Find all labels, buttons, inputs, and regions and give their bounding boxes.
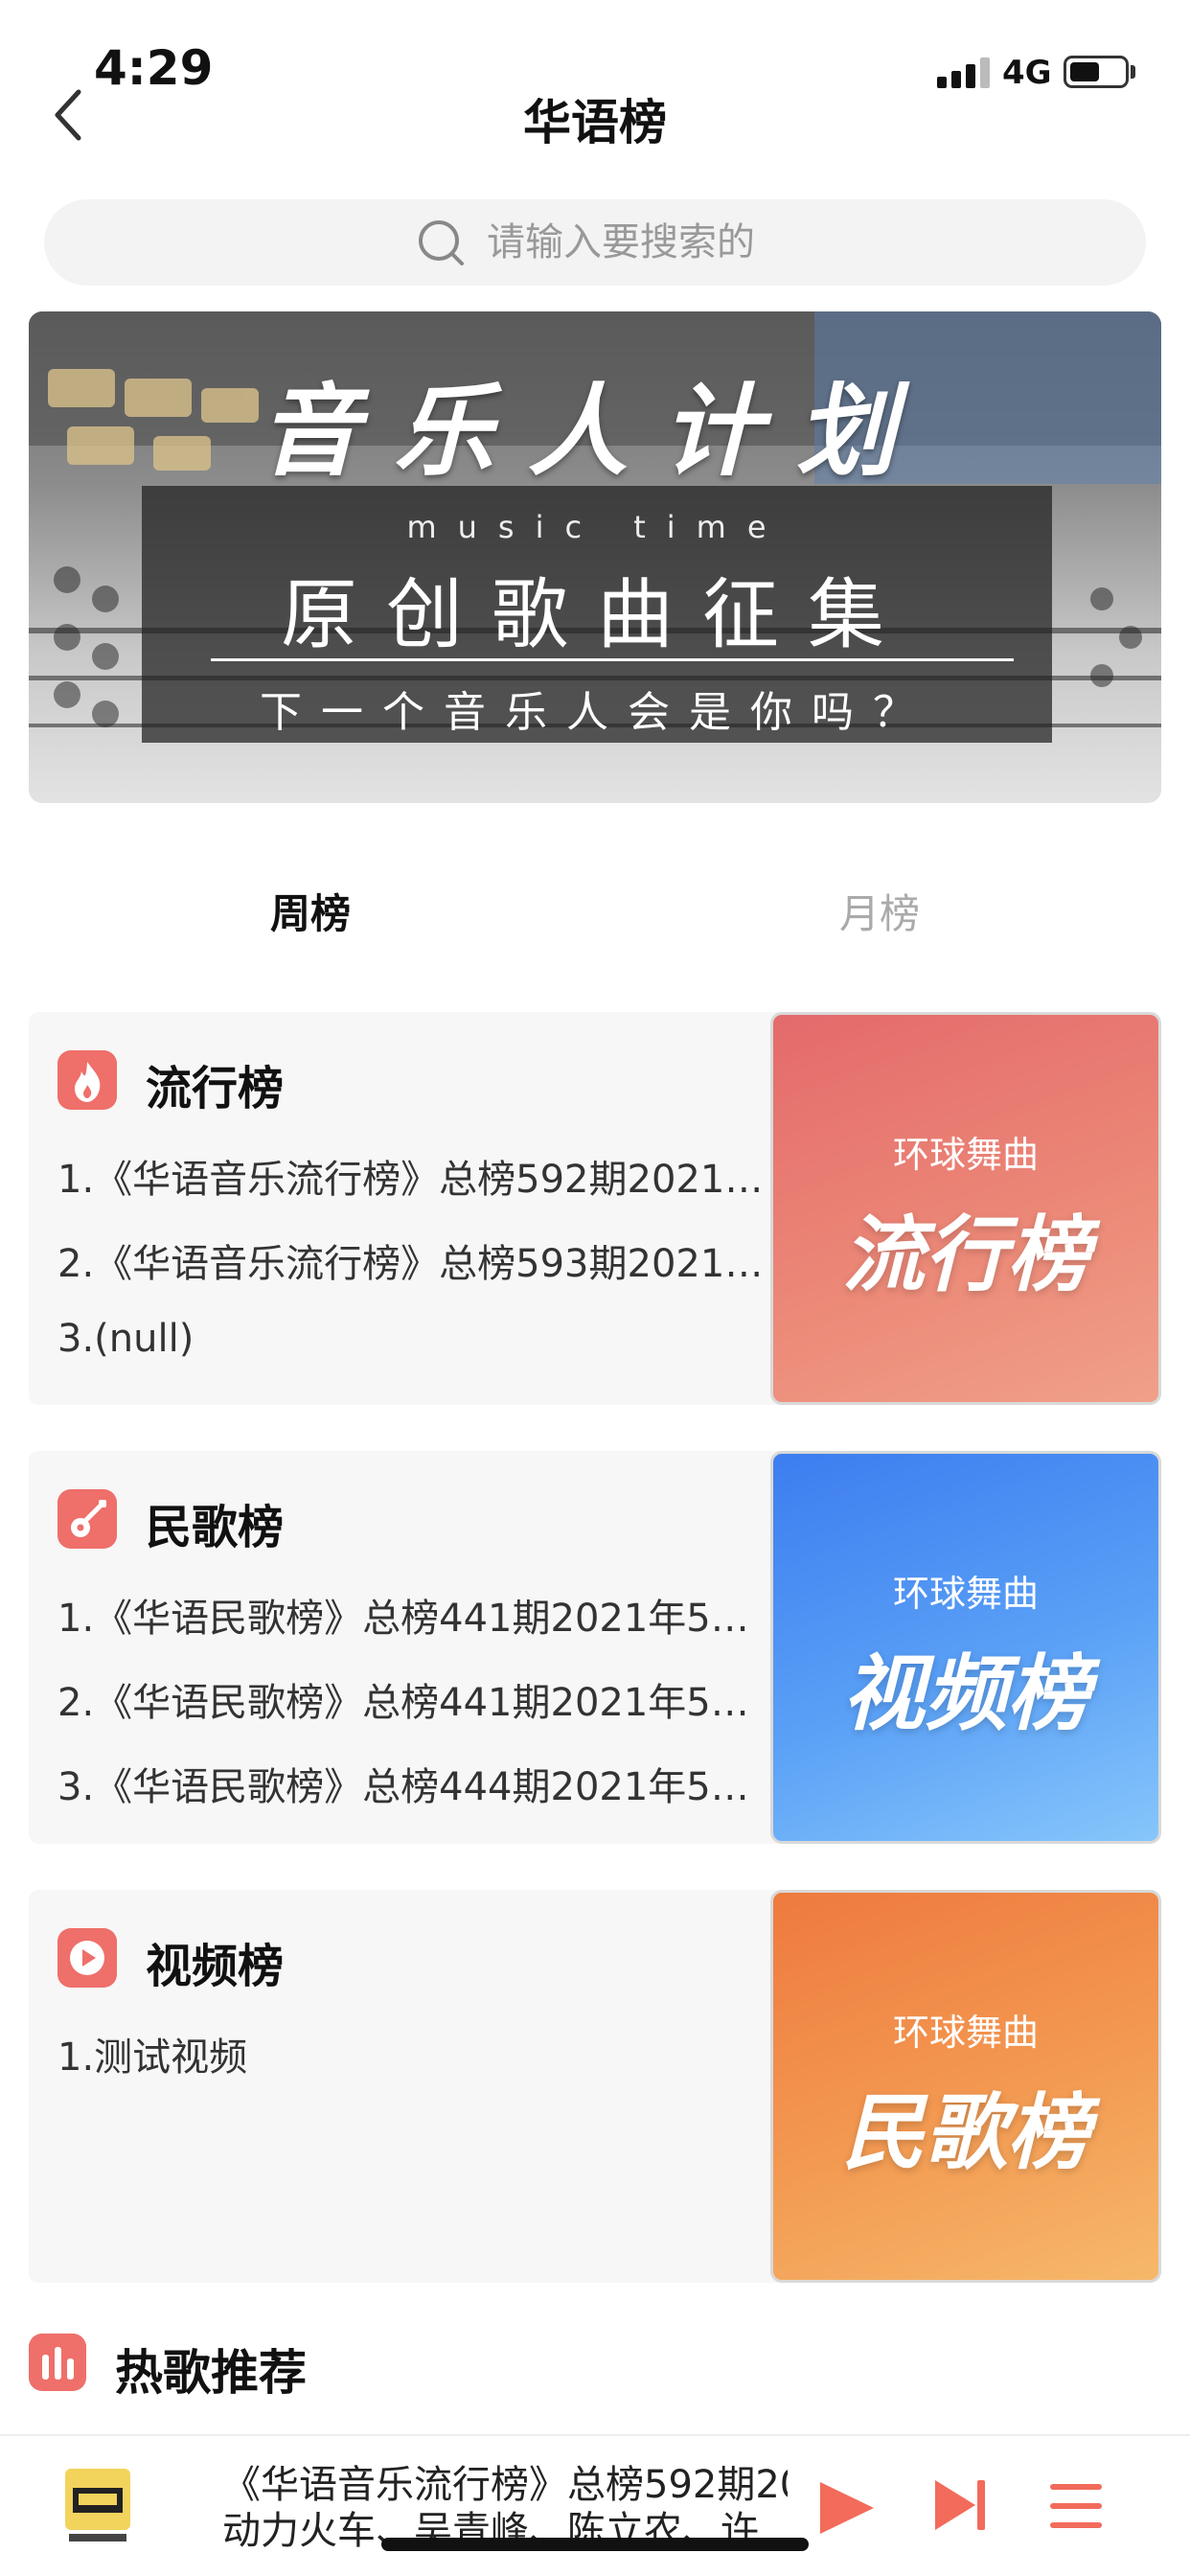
- guitar-icon: [57, 1489, 117, 1549]
- playlist-icon[interactable]: [1046, 2476, 1106, 2536]
- play-icon: [57, 1928, 117, 1988]
- home-indicator: [381, 2538, 809, 2551]
- search-icon: [419, 220, 464, 265]
- chart-title: 视频榜: [146, 1940, 285, 1993]
- hot-songs-title: 热歌推荐: [115, 2345, 307, 2401]
- chart-card-folk[interactable]: 民歌榜 1.《华语民歌榜》总榜441期2021年5月1日 2.《华语民歌榜》总榜…: [29, 1451, 1161, 1844]
- search-input[interactable]: [487, 220, 774, 264]
- cover-title: 流行榜: [842, 1208, 1089, 1303]
- cover-subtitle: 环球舞曲: [892, 1134, 1039, 1176]
- next-track-icon[interactable]: [931, 2476, 989, 2534]
- chart-title: 民歌榜: [146, 1501, 285, 1554]
- promo-banner[interactable]: 音乐人计划 music time 原创歌曲征集 下一个音乐人会是你吗？: [29, 311, 1161, 803]
- signal-icon: [937, 56, 991, 88]
- banner-question: 下一个音乐人会是你吗？: [260, 688, 934, 737]
- mini-player[interactable]: 《华语音乐流行榜》总榜592期2021 动力火车、吴青峰、陈立农、许: [0, 2434, 1190, 2576]
- chart-item[interactable]: 1.测试视频: [57, 2026, 786, 2082]
- chart-item[interactable]: 2.《华语民歌榜》总榜441期2021年5月8日: [57, 1671, 786, 1727]
- search-bar[interactable]: [44, 199, 1146, 286]
- banner-caption-box: music time 原创歌曲征集 下一个音乐人会是你吗？: [142, 486, 1052, 743]
- banner-subtitle-en: music time: [406, 509, 788, 545]
- fire-icon: [57, 1050, 117, 1110]
- chart-item[interactable]: 1.《华语民歌榜》总榜441期2021年5月1日: [57, 1587, 786, 1643]
- cover-subtitle: 环球舞曲: [892, 2012, 1039, 2054]
- page-title: 华语榜: [523, 95, 667, 150]
- chart-card-video[interactable]: 视频榜 1.测试视频 环球舞曲 民歌榜: [29, 1890, 1161, 2283]
- album-cover-icon[interactable]: [59, 2459, 136, 2545]
- cover-subtitle: 环球舞曲: [892, 1573, 1039, 1615]
- chart-bars-icon: [29, 2334, 86, 2391]
- chart-title: 流行榜: [146, 1062, 285, 1116]
- chart-item[interactable]: 3.(null): [57, 1317, 786, 1361]
- cover-title: 视频榜: [842, 1646, 1089, 1742]
- battery-icon: [1064, 56, 1129, 88]
- tab-week[interactable]: 周榜: [167, 882, 454, 940]
- chart-item[interactable]: 2.《华语音乐流行榜》总榜593期2021年5月8日: [57, 1232, 786, 1288]
- tab-month[interactable]: 月榜: [736, 882, 1023, 940]
- banner-divider: [211, 658, 1014, 661]
- chart-cover[interactable]: 环球舞曲 视频榜: [770, 1451, 1161, 1844]
- cover-title: 民歌榜: [842, 2085, 1089, 2181]
- chart-tabs: 周榜 月榜: [0, 882, 1190, 949]
- play-icon[interactable]: [814, 2476, 878, 2540]
- chart-item[interactable]: 1.《华语音乐流行榜》总榜592期2021年5月1日: [57, 1148, 786, 1204]
- banner-title: 音乐人计划: [259, 373, 930, 490]
- chart-card-pop[interactable]: 流行榜 1.《华语音乐流行榜》总榜592期2021年5月1日 2.《华语音乐流行…: [29, 1012, 1161, 1405]
- chart-cover[interactable]: 环球舞曲 流行榜: [770, 1012, 1161, 1405]
- battery-cap: [1131, 65, 1135, 79]
- chart-item[interactable]: 3.《华语民歌榜》总榜444期2021年5月15日: [57, 1756, 786, 1811]
- chart-cover[interactable]: 环球舞曲 民歌榜: [770, 1890, 1161, 2283]
- banner-subtitle-cn: 原创歌曲征集: [281, 570, 913, 659]
